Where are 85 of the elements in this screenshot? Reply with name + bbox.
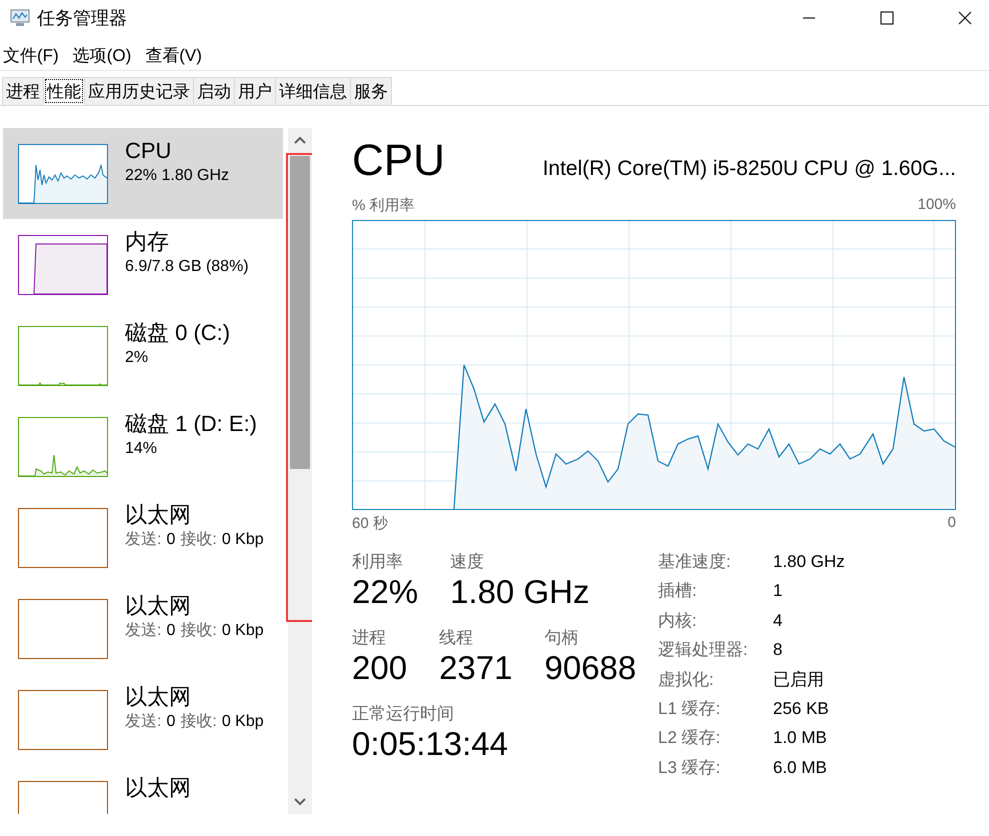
minimize-icon [802, 17, 816, 19]
detail-label: 插槽: [658, 580, 698, 602]
item-detail: 22% 1.80 GHz [125, 166, 230, 186]
stat-label: 正常运行时间 [352, 703, 455, 725]
detail-value: 1.0 MB [773, 727, 828, 750]
detail-value: 0 [166, 531, 176, 548]
maximize-icon [880, 11, 894, 25]
item-detail: 2% [125, 348, 150, 368]
processor-name: Intel(R) Core(TM) i5-8250U CPU @ 1.60G... [542, 157, 956, 181]
item-detail: 6.9/7.8 GB (88%) [125, 257, 249, 277]
stat-label: 句柄 [544, 627, 580, 649]
detail-label: 虚拟化: [658, 668, 715, 690]
menu-item[interactable]: 选项(O) [72, 44, 132, 66]
menu-item[interactable]: 文件(F) [3, 44, 59, 66]
sidebar-item[interactable]: 内存 6.9/7.8 GB (88%) [3, 219, 283, 310]
detail-label: L3 缓存: [658, 756, 722, 779]
item-title: 以太网 [125, 501, 192, 529]
item-detail: 14% [125, 439, 158, 459]
stat-value: 1.80 GHz [450, 573, 590, 611]
stat-value: 90688 [544, 649, 636, 687]
tab[interactable]: 详细信息 [275, 77, 351, 105]
sidebar-item[interactable]: 以太网 发送: 0 接收: 0 Kbp [3, 492, 283, 583]
detail-value: 已启用 [773, 668, 825, 690]
scrollbar[interactable] [288, 128, 312, 814]
window-title: 任务管理器 [37, 7, 127, 30]
detail-label: L2 缓存: [658, 727, 722, 750]
item-title: 磁盘 1 (D: E:) [125, 410, 258, 438]
axis-label: 0 [948, 514, 956, 533]
detail-label: 逻辑处理器: [658, 639, 749, 662]
detail-value: 8 [773, 639, 784, 662]
detail-label: 基准速度: [658, 551, 732, 573]
stat-value: 200 [352, 649, 408, 687]
detail-value: 0 Kbp [222, 622, 264, 639]
detail-label: 发送: [125, 713, 162, 730]
sidebar-item[interactable]: 以太网 [3, 765, 283, 814]
detail-label: 发送: [125, 622, 162, 639]
sidebar-item[interactable]: 磁盘 1 (D: E:) 14% [3, 401, 283, 492]
tab[interactable]: 进程 [2, 77, 44, 105]
item-title: 以太网 [125, 774, 191, 802]
page-title: CPU [352, 136, 445, 186]
detail-value: 0 [166, 622, 176, 639]
menu-item[interactable]: 查看(V) [145, 44, 202, 66]
detail-value: 6.0 MB [773, 756, 828, 779]
detail-value: 0 Kbp [222, 531, 264, 548]
stat-label: 速度 [450, 551, 486, 573]
stat-label: 进程 [352, 627, 387, 649]
stat-value: 2371 [439, 649, 512, 687]
detail-value: 0 Kbp [222, 713, 264, 730]
detail-label: 接收: [180, 713, 217, 730]
detail-label: 接收: [180, 531, 217, 548]
stat-value: 22% [352, 573, 418, 611]
axis-label: 60 秒 [352, 514, 388, 533]
detail-value: 256 KB [773, 698, 830, 720]
app-icon [10, 9, 30, 27]
sidebar-item[interactable]: 以太网 发送: 0 接收: 0 Kbp [3, 674, 283, 765]
detail-value: 1.80 GHz [773, 551, 845, 573]
sidebar-item[interactable]: 以太网 发送: 0 接收: 0 Kbp [3, 583, 283, 674]
detail-label: L1 缓存: [658, 698, 722, 720]
detail-label: 内核: [658, 610, 698, 632]
tab[interactable]: 用户 [234, 77, 276, 105]
item-title: 以太网 [125, 683, 192, 711]
item-title: 磁盘 0 (C:) [125, 319, 230, 347]
detail-label: 发送: [125, 531, 162, 548]
tab[interactable]: 性能 [43, 77, 85, 105]
detail-value: 1 [773, 580, 784, 602]
stat-label: 线程 [439, 627, 474, 649]
tab[interactable]: 启动 [193, 77, 235, 105]
scroll-up-icon[interactable] [294, 136, 306, 144]
sidebar-item[interactable]: CPU 22% 1.80 GHz [3, 128, 283, 219]
stat-label: 利用率 [352, 551, 404, 573]
stat-value: 0:05:13:44 [352, 725, 508, 763]
item-title: 以太网 [125, 592, 192, 620]
item-title: CPU [125, 137, 172, 165]
close-icon [958, 11, 972, 25]
detail-value: 4 [773, 610, 784, 632]
axis-label: % 利用率 [352, 196, 415, 215]
detail-value: 0 [166, 713, 176, 730]
scrollbar-thumb[interactable] [290, 156, 310, 469]
tab[interactable]: 应用历史记录 [84, 77, 194, 105]
sidebar-item[interactable]: 磁盘 0 (C:) 2% [3, 310, 283, 401]
axis-label: 100% [918, 196, 956, 215]
scroll-down-icon[interactable] [294, 798, 306, 806]
item-title: 内存 [125, 228, 170, 256]
tab[interactable]: 服务 [350, 77, 392, 105]
detail-label: 接收: [180, 622, 217, 639]
